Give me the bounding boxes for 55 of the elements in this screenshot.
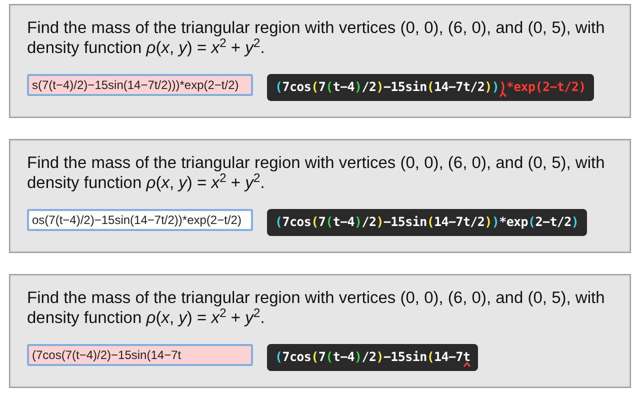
answer-field[interactable]: os(7(t−4)/2)−15sin(14−7t/2))*exp(2−t/2) [27, 209, 253, 231]
expression-token: 14−7 [434, 348, 463, 366]
error-caret-icon [498, 92, 507, 98]
expression-token: ) [484, 78, 492, 96]
expression-token: t−4 [332, 78, 355, 96]
expression-token: ( [275, 213, 282, 232]
question-text: Find the mass of the triangular region with vertices (0, 0), (6, 0), and (0, 5), with density function ρ(x, y) = x$^{2}$ + y$^{2}$. [27, 288, 606, 328]
expression-token: 14−7t/2 [434, 213, 485, 232]
expression-token: 7 [318, 78, 326, 96]
expression-token: 14−7t/2 [434, 78, 485, 96]
expression-token: ( [326, 213, 333, 232]
expression-token: ( [426, 213, 434, 232]
expression-token: ( [275, 348, 282, 366]
expression-token: 7cos [282, 213, 312, 232]
expression-token: −15sin [383, 213, 427, 232]
question-text: Find the mass of the triangular region with vertices (0, 0), (6, 0), and (0, 5), with density function ρ(x, y) = x$^{2}$ + y$^{2}$. [27, 18, 606, 58]
expression-token: ) [354, 213, 362, 232]
expression-token: −15sin [383, 78, 427, 96]
expression-token: ) [492, 78, 500, 96]
expression-token: t−4 [332, 213, 355, 232]
expression-token: ) [376, 348, 384, 366]
expression-token: 2−t/2 [535, 213, 572, 232]
expression-token: ( [326, 348, 333, 366]
answer-field[interactable]: (7cos(7(t−4)/2)−15sin(14−7t [27, 344, 253, 366]
expression-token: −15sin [383, 348, 427, 366]
expression-token: ) [571, 213, 579, 232]
expression-token: 7cos [282, 78, 312, 96]
expression-token: /2 [362, 213, 376, 232]
expression-token: ( [426, 348, 434, 366]
expression-token: ( [311, 348, 318, 366]
expression-token: /2 [362, 348, 376, 366]
expression-token: ( [326, 78, 333, 96]
error-caret-icon [462, 362, 471, 368]
expression-token: ( [311, 213, 318, 232]
expression-token: *exp(2−t/2) [506, 78, 586, 96]
expression-token: ) [492, 213, 500, 232]
expression-token: 7 [318, 348, 326, 366]
expression-token: /2 [362, 78, 376, 96]
expression-token: ) [376, 213, 384, 232]
expression-token: ( [275, 78, 282, 96]
expression-token: ) [376, 78, 384, 96]
error-token: t [462, 348, 470, 367]
expression-token: t−4 [332, 348, 355, 366]
expression-token: ( [528, 213, 536, 232]
error-token: ) [499, 78, 506, 97]
expression-token: ) [354, 348, 362, 366]
expression-token: *exp [499, 213, 528, 232]
expression-token: ) [354, 78, 362, 96]
expression-token: ) [484, 213, 492, 232]
expression-token: ( [426, 78, 434, 96]
expression-token: 7cos [282, 348, 312, 366]
answer-field[interactable]: s(7(t−4)/2)−15sin(14−7t/2)))*exp(2−t/2) [27, 74, 253, 96]
expression-token: 7 [318, 213, 326, 232]
question-text: Find the mass of the triangular region with vertices (0, 0), (6, 0), and (0, 5), with density function ρ(x, y) = x$^{2}$ + y$^{2}$. [27, 153, 606, 193]
expression-token: ( [311, 78, 318, 96]
